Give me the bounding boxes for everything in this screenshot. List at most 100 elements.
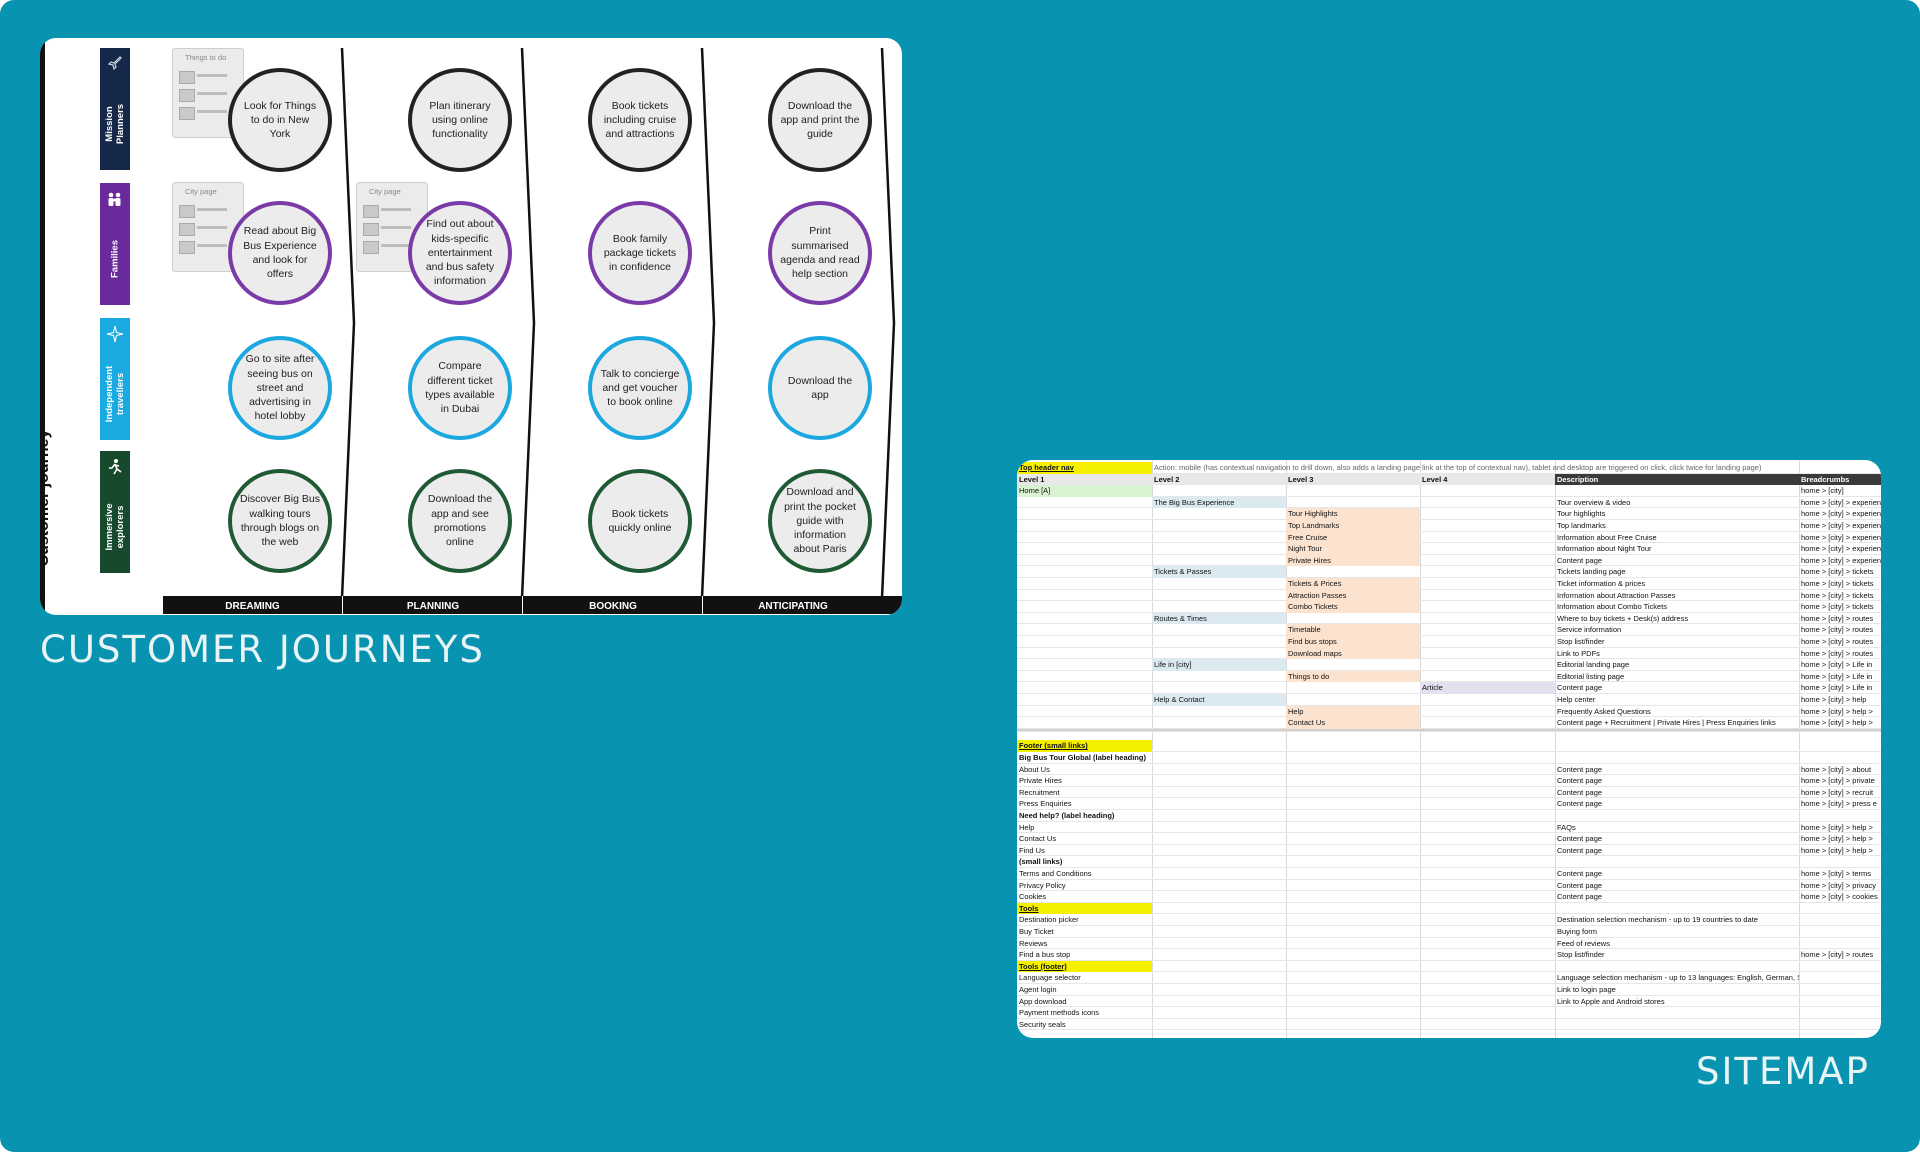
sitemap-cell-level-1 bbox=[1017, 590, 1152, 602]
sitemap-row: Recruitment Content page home > [city] > r… bbox=[1017, 787, 1881, 799]
sitemap-row: Language selector Language selection mech… bbox=[1017, 972, 1881, 984]
sitemap-cell-description bbox=[1555, 752, 1799, 764]
presentation-slide: Customer journey Mission Planners Familie… bbox=[0, 0, 1920, 1152]
sitemap-cell-breadcrumbs: home > [city] > routes bbox=[1801, 613, 1874, 623]
sitemap-cell-level-4 bbox=[1420, 787, 1555, 799]
sitemap-cell-breadcrumbs bbox=[1799, 961, 1881, 973]
sitemap-cell-breadcrumbs: home > [city] > experience bbox=[1801, 509, 1881, 519]
sitemap-cell-level-2 bbox=[1152, 706, 1286, 718]
image-placeholder-icon bbox=[179, 89, 195, 102]
sitemap-cell-level-1: Agent login bbox=[1019, 985, 1057, 994]
sitemap-cell-level-4 bbox=[1420, 636, 1555, 648]
sitemap-cell-level-2 bbox=[1152, 880, 1286, 892]
sitemap-cell-level-4 bbox=[1420, 822, 1555, 834]
sitemap-cell-level-1 bbox=[1017, 648, 1152, 660]
sitemap-cell-level-4 bbox=[1420, 903, 1555, 915]
sitemap-cell-level-2 bbox=[1152, 914, 1286, 926]
sitemap-cell-level-4 bbox=[1420, 694, 1555, 706]
sitemap-cell-level-4 bbox=[1420, 961, 1555, 973]
sitemap-cell-description: Language selection mechanism - up to 13 … bbox=[1557, 973, 1799, 983]
sitemap-cell-level-1: Big Bus Tour Global (label heading) bbox=[1019, 753, 1146, 762]
phase-separator-1 bbox=[340, 47, 356, 599]
sitemap-cell-level-2 bbox=[1152, 833, 1286, 845]
journey-step-r4-c1: Discover Big Bus walking tours through b… bbox=[228, 469, 332, 573]
sitemap-cell-level-1: Buy Ticket bbox=[1019, 927, 1054, 936]
sitemap-cell-breadcrumbs: home > [city] > routes bbox=[1801, 950, 1874, 960]
sitemap-cell-level-2 bbox=[1152, 938, 1286, 950]
sitemap-cell-description: Information about Combo Tickets bbox=[1557, 602, 1668, 612]
sitemap-cell-level-3 bbox=[1286, 682, 1420, 694]
sitemap-cell-level-1: Find a bus stop bbox=[1019, 950, 1071, 960]
sitemap-cell-breadcrumbs bbox=[1799, 996, 1881, 1008]
rocket-icon bbox=[105, 54, 125, 74]
sitemap-cell-level-4 bbox=[1420, 508, 1555, 520]
persona-3: Independent travellers bbox=[100, 318, 130, 440]
sitemap-cell-level-1 bbox=[1017, 636, 1152, 648]
sitemap-row: Privacy Policy Content page home > [city] … bbox=[1017, 880, 1881, 892]
sitemap-cell-breadcrumbs: home > [city] > tickets bbox=[1801, 579, 1874, 588]
sitemap-cell-level-3 bbox=[1286, 659, 1420, 671]
sitemap-cell-description bbox=[1555, 729, 1799, 741]
persona-label: Mission Planners bbox=[104, 103, 126, 144]
sitemap-cell-level-2 bbox=[1152, 822, 1286, 834]
sitemap-cell-breadcrumbs bbox=[1799, 926, 1881, 938]
sitemap-row: Things to do Editorial listing page home >… bbox=[1017, 670, 1881, 683]
persona-1: Mission Planners bbox=[100, 48, 130, 170]
sitemap-cell-description: Content page bbox=[1557, 845, 1603, 855]
sitemap-cell-level-3: Download maps bbox=[1286, 647, 1420, 660]
wireframe-label: Things to do bbox=[185, 53, 227, 62]
sitemap-cell-breadcrumbs: home > [city] > cookies bbox=[1801, 892, 1878, 902]
phase-planning: PLANNING bbox=[342, 596, 523, 614]
sitemap-cell-breadcrumbs: home > [city] > experience bbox=[1801, 555, 1881, 565]
family-icon bbox=[105, 189, 125, 209]
sitemap-cell-level-4 bbox=[1420, 601, 1555, 613]
sitemap-cell-level-3 bbox=[1286, 926, 1420, 938]
journey-step-r3-c1: Go to site after seeing bus on street an… bbox=[228, 336, 332, 440]
sitemap-cell-description: Feed of reviews bbox=[1557, 938, 1610, 948]
sitemap-cell-level-4 bbox=[1420, 949, 1555, 961]
sitemap-cell-level-2 bbox=[1152, 1019, 1286, 1031]
sitemap-cell-breadcrumbs: home > [city] > about bbox=[1801, 764, 1872, 774]
sitemap-cell-level-3: Combo Tickets bbox=[1286, 601, 1420, 613]
sitemap-row: Tickets & Passes Tickets landing page home… bbox=[1017, 566, 1881, 578]
sitemap-cell-level-4 bbox=[1420, 578, 1555, 590]
sitemap-row: Top Landmarks Top landmarks home > [city] … bbox=[1017, 520, 1881, 532]
journey-step-r4-c2: Download the app and see promotions onli… bbox=[408, 469, 512, 573]
sitemap-cell-description: FAQs bbox=[1557, 822, 1576, 832]
sitemap-cell-description: Content page + Recruitment | Private Hir… bbox=[1557, 718, 1776, 728]
sitemap-cell-level-4 bbox=[1420, 648, 1555, 660]
sitemap-cell-description: Link to login page bbox=[1557, 985, 1616, 994]
sitemap-cell-description: Content page bbox=[1557, 834, 1603, 844]
sitemap-cell-breadcrumbs: home > [city] > routes bbox=[1801, 648, 1874, 658]
sitemap-cell-level-2 bbox=[1152, 984, 1286, 996]
sitemap-cell-breadcrumbs: home > [city] > routes bbox=[1801, 625, 1874, 635]
text-line-placeholder bbox=[381, 226, 411, 229]
journey-step-r1-c2: Plan itinerary using online functionalit… bbox=[408, 68, 512, 172]
sitemap-cell-level-4 bbox=[1420, 764, 1555, 776]
sitemap-cell-level-3: Private Hires bbox=[1286, 554, 1420, 567]
sitemap-cell-level-1: Footer (small links) bbox=[1017, 740, 1152, 752]
sitemap-row: Agent login Link to login page bbox=[1017, 984, 1881, 996]
sitemap-row: Buy Ticket Buying form bbox=[1017, 926, 1881, 938]
sitemap-cell-level-1: Find Us bbox=[1019, 845, 1045, 855]
sitemap-cell-level-2 bbox=[1152, 798, 1286, 810]
sitemap-cell-level-3 bbox=[1286, 822, 1420, 834]
sitemap-cell-level-1 bbox=[1017, 613, 1152, 625]
sitemap-cell-level-3 bbox=[1286, 787, 1420, 799]
sitemap-cell-level-3: Tickets & Prices bbox=[1286, 578, 1420, 590]
sitemap-cell-level-4 bbox=[1420, 833, 1555, 845]
sitemap-cell-level-2 bbox=[1152, 1007, 1286, 1019]
sitemap-cell-level-3 bbox=[1286, 891, 1420, 903]
sitemap-row: Find bus stops Stop list/finder home > [ci… bbox=[1017, 636, 1881, 648]
sitemap-cell-level-2 bbox=[1152, 636, 1286, 648]
sitemap-cell-level-3 bbox=[1286, 740, 1420, 752]
sitemap-cell-level-4 bbox=[1420, 926, 1555, 938]
sitemap-cell-level-3: Tour Highlights bbox=[1286, 508, 1420, 520]
sitemap-cell-breadcrumbs bbox=[1799, 856, 1881, 868]
sitemap-cell-level-1 bbox=[1017, 555, 1152, 567]
sitemap-cell-level-2 bbox=[1152, 996, 1286, 1008]
text-line-placeholder bbox=[197, 92, 227, 95]
sitemap-cell-breadcrumbs: home > [city] > experience bbox=[1801, 544, 1881, 554]
sitemap-cell-level-4 bbox=[1420, 868, 1555, 880]
sitemap-cell-description: Buying form bbox=[1557, 927, 1598, 936]
